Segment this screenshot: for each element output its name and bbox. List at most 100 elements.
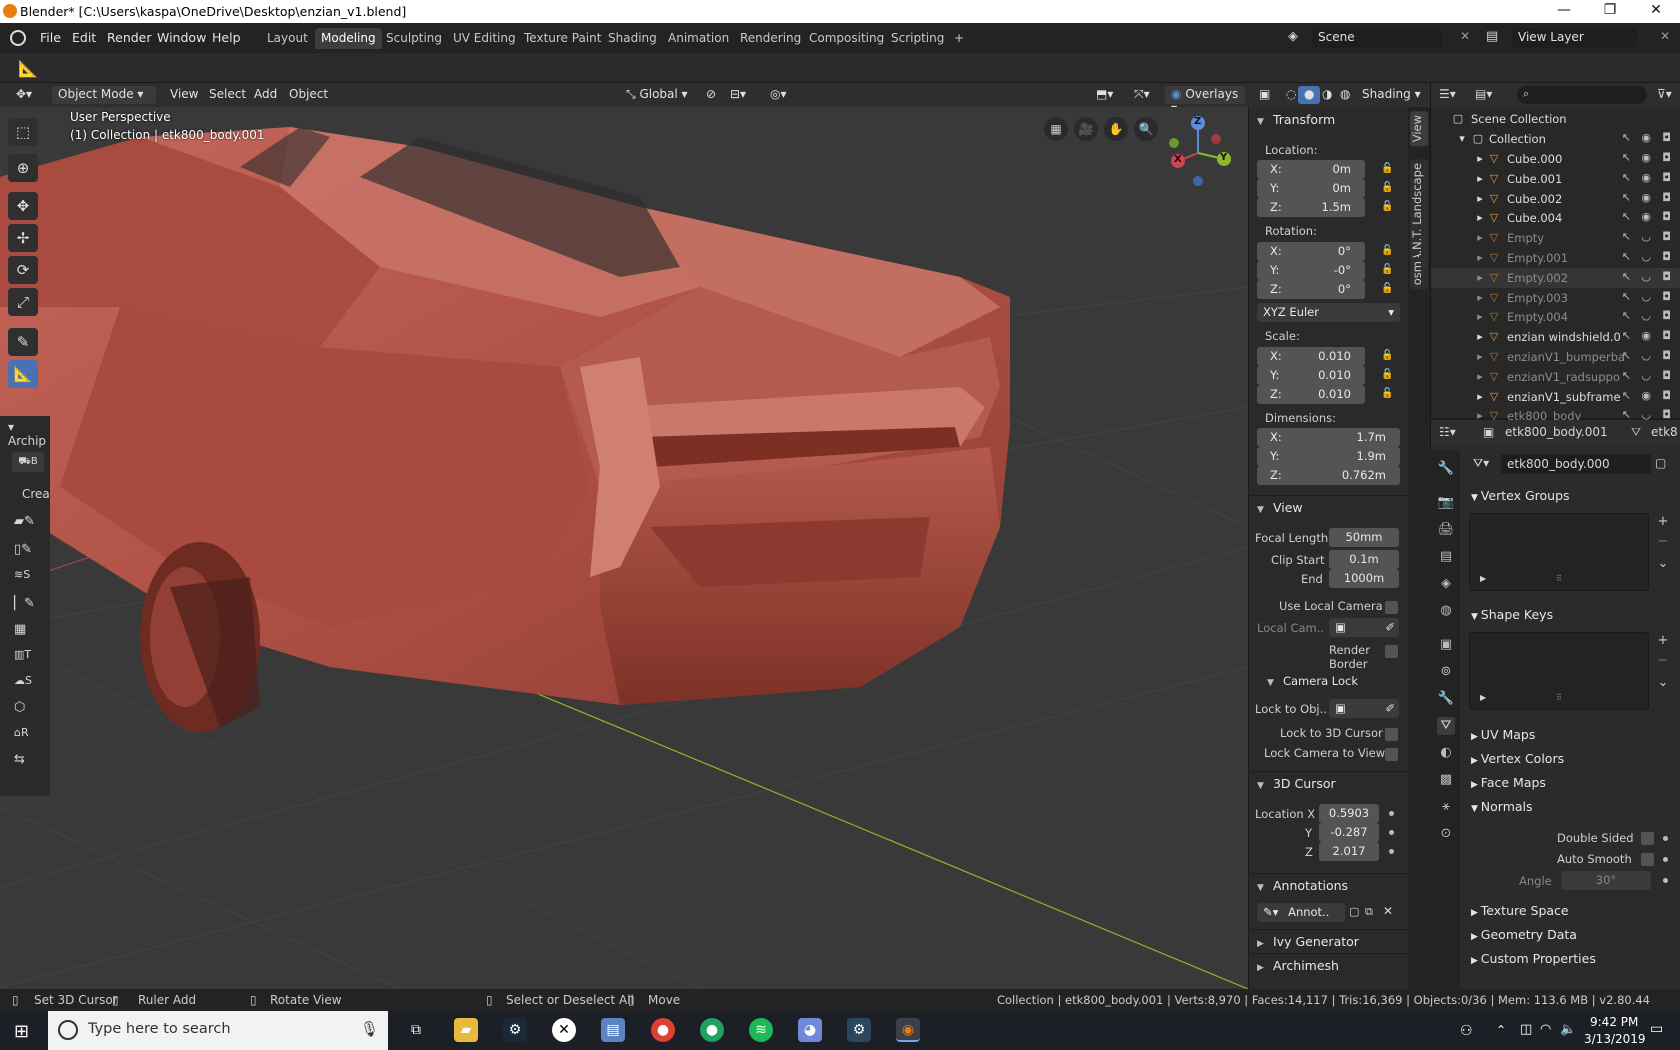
discord-icon[interactable]: ◕ — [798, 1018, 822, 1042]
scene-icon[interactable]: ◈ — [1288, 29, 1298, 44]
lock-scale-y-icon[interactable]: 🔓 — [1381, 369, 1393, 381]
constraints-tab-icon[interactable]: ⊚ — [1437, 663, 1455, 681]
menu-view[interactable]: View — [164, 86, 204, 104]
world-tab-icon[interactable]: ◍ — [1437, 602, 1455, 620]
taskbar-search-input[interactable]: Type here to search — [88, 1021, 231, 1037]
tool-tab-icon[interactable]: 🔧 — [1437, 460, 1455, 478]
shape-keys-menu-icon[interactable]: ⌄ — [1653, 674, 1673, 692]
custom-properties-header[interactable]: ▶ Custom Properties — [1463, 948, 1679, 970]
menu-render[interactable]: Render — [107, 30, 152, 45]
archipack-wall-icon[interactable]: ▰✎ — [14, 514, 35, 529]
navigation-gizmo[interactable]: Z Y X — [1168, 115, 1236, 187]
outliner-item-expand-icon[interactable]: ▸ — [1473, 231, 1487, 245]
taskbar-time[interactable]: 9:42 PM — [1590, 1015, 1638, 1029]
outliner-item-expand-icon[interactable]: ▸ — [1473, 390, 1487, 404]
annotation-new-icon[interactable]: ▢ — [1349, 905, 1359, 918]
outliner-select-icon[interactable]: ↖ — [1622, 171, 1631, 184]
outliner-item[interactable]: ▸ ▽ Empty.003 ↖ ◡ ◘ — [1431, 288, 1680, 308]
scene-selector[interactable]: Scene — [1312, 28, 1442, 48]
outliner-item-expand-icon[interactable]: ▸ — [1473, 172, 1487, 186]
outliner-eye-icon[interactable]: ◡ — [1641, 349, 1651, 362]
outliner-eye-icon[interactable]: ◡ — [1641, 230, 1651, 243]
3d-viewport[interactable]: User Perspective (1) Collection | etk800… — [0, 107, 1248, 989]
xray-icon[interactable]: ▣ — [1253, 86, 1276, 104]
view-header[interactable]: ▼ View — [1249, 495, 1409, 519]
network-icon[interactable]: ◫ — [1520, 1022, 1532, 1037]
lock-rotation-x-icon[interactable]: 🔓 — [1381, 245, 1393, 257]
task-view-icon[interactable]: ⧉ — [404, 1018, 428, 1042]
view-layer-close-icon[interactable]: ✕ — [1660, 29, 1670, 43]
archipack-panel-toggle[interactable]: ▾ Archip — [8, 420, 50, 448]
cursor-x-field[interactable]: 0.5903 — [1319, 804, 1379, 823]
outliner-item[interactable]: ▸ ▽ Empty.001 ↖ ◡ ◘ — [1431, 248, 1680, 268]
archipack-kitchen-icon[interactable]: ⇆ — [14, 752, 25, 767]
scene-tab-icon[interactable]: ◈ — [1437, 575, 1455, 593]
outliner-item-expand-icon[interactable]: ▸ — [1473, 152, 1487, 166]
render-tab-icon[interactable]: 📷 — [1437, 494, 1455, 512]
outliner-render-icon[interactable]: ◘ — [1662, 349, 1671, 362]
car-mesh[interactable] — [0, 127, 1010, 732]
camera-view-icon[interactable]: 🎥 — [1074, 117, 1098, 141]
tab-layout[interactable]: Layout — [261, 28, 314, 49]
outliner-render-icon[interactable]: ◘ — [1662, 151, 1671, 164]
add-vertex-group-button[interactable]: + — [1653, 513, 1673, 531]
outliner-item-expand-icon[interactable]: ▸ — [1473, 271, 1487, 285]
lock-location-y-icon[interactable]: 🔓 — [1381, 182, 1393, 194]
outliner-select-icon[interactable]: ↖ — [1622, 329, 1631, 342]
outliner-item-expand-icon[interactable]: ▸ — [1473, 350, 1487, 364]
blender-logo-icon[interactable] — [10, 30, 26, 46]
archipack-window-icon[interactable]: ▏✎ — [14, 596, 35, 611]
scale-tool-icon[interactable]: ⤢ — [8, 288, 38, 316]
angle-field[interactable]: 30° — [1561, 871, 1651, 890]
normals-header[interactable]: ▼ Normals — [1463, 796, 1679, 818]
outliner-select-icon[interactable]: ↖ — [1622, 369, 1631, 382]
outliner-collection[interactable]: ▾ ▢ Collection ↖ ◉ ◘ — [1431, 129, 1680, 149]
outliner-item-expand-icon[interactable]: ▸ — [1473, 192, 1487, 206]
ivy-generator-header[interactable]: ▶ Ivy Generator — [1249, 929, 1409, 953]
uv-maps-header[interactable]: ▶ UV Maps — [1463, 724, 1679, 746]
xbox-icon[interactable]: ✕ — [552, 1018, 576, 1042]
collection-eye-icon[interactable]: ◉ — [1641, 131, 1651, 144]
vertex-groups-list[interactable]: ▶ ⠿ — [1469, 513, 1649, 591]
outliner-select-icon[interactable]: ↖ — [1622, 230, 1631, 243]
collection-select-icon[interactable]: ↖ — [1622, 131, 1631, 144]
clip-end-field[interactable]: 1000m — [1329, 569, 1399, 588]
annotate-tool-icon[interactable]: ✎ — [8, 328, 38, 356]
scale-z-field[interactable]: Z: 0.010 — [1257, 385, 1365, 404]
mesh-data-tab-icon[interactable]: ⛛ — [1437, 717, 1455, 735]
people-icon[interactable]: ⚇ — [1460, 1023, 1473, 1039]
tab-osm[interactable]: osm — [1410, 257, 1428, 290]
measure-tool-icon[interactable]: 📐 — [8, 360, 38, 388]
menu-help[interactable]: Help — [212, 30, 241, 45]
outliner-render-icon[interactable]: ◘ — [1662, 389, 1671, 402]
local-camera-field[interactable]: ▣ ✐ — [1329, 618, 1399, 637]
mesh-name-field[interactable]: etk800_body.000 — [1501, 454, 1651, 474]
cursor-x-keyframe-icon[interactable] — [1389, 811, 1394, 816]
rendered-shading-icon[interactable]: ◍ — [1334, 86, 1356, 104]
menu-object[interactable]: Object — [283, 86, 334, 104]
render-border-checkbox[interactable] — [1385, 645, 1398, 658]
modifiers-tab-icon[interactable]: 🔧 — [1437, 690, 1455, 708]
microphone-icon[interactable]: 🎙 — [360, 1020, 379, 1038]
outliner-render-icon[interactable]: ◘ — [1662, 210, 1671, 223]
collection-render-icon[interactable]: ◘ — [1662, 131, 1671, 144]
outliner-render-icon[interactable]: ◘ — [1662, 290, 1671, 303]
shape-keys-expand-icon[interactable]: ▶ — [1480, 693, 1486, 702]
outliner-render-icon[interactable]: ◘ — [1662, 270, 1671, 283]
minimize-button[interactable]: — — [1541, 0, 1587, 23]
outliner-eye-icon[interactable]: ◉ — [1641, 151, 1651, 164]
menu-select[interactable]: Select — [203, 86, 252, 104]
outliner-eye-icon[interactable]: ◡ — [1641, 250, 1651, 263]
geometry-data-header[interactable]: ▶ Geometry Data — [1463, 924, 1679, 946]
pan-view-icon[interactable]: ✋ — [1104, 117, 1128, 141]
mesh-datablock[interactable]: ⛛▾ etk800_body.000 ▢ — [1471, 454, 1671, 474]
outliner-eye-icon[interactable]: ◉ — [1641, 210, 1651, 223]
local-camera-eyedropper-icon[interactable]: ✐ — [1385, 620, 1395, 634]
gizmo-toggle-icon[interactable]: ⤧▾ — [1128, 86, 1156, 104]
overlays-toggle[interactable]: ◉ Overlays ▾ — [1165, 86, 1245, 115]
scale-x-field[interactable]: X: 0.010 — [1257, 347, 1365, 366]
menu-file[interactable]: File — [40, 30, 61, 45]
outliner-eye-icon[interactable]: ◡ — [1641, 309, 1651, 322]
transform-header[interactable]: ▼ Transform — [1249, 108, 1409, 132]
collection-expand-icon[interactable]: ▾ — [1455, 132, 1469, 146]
